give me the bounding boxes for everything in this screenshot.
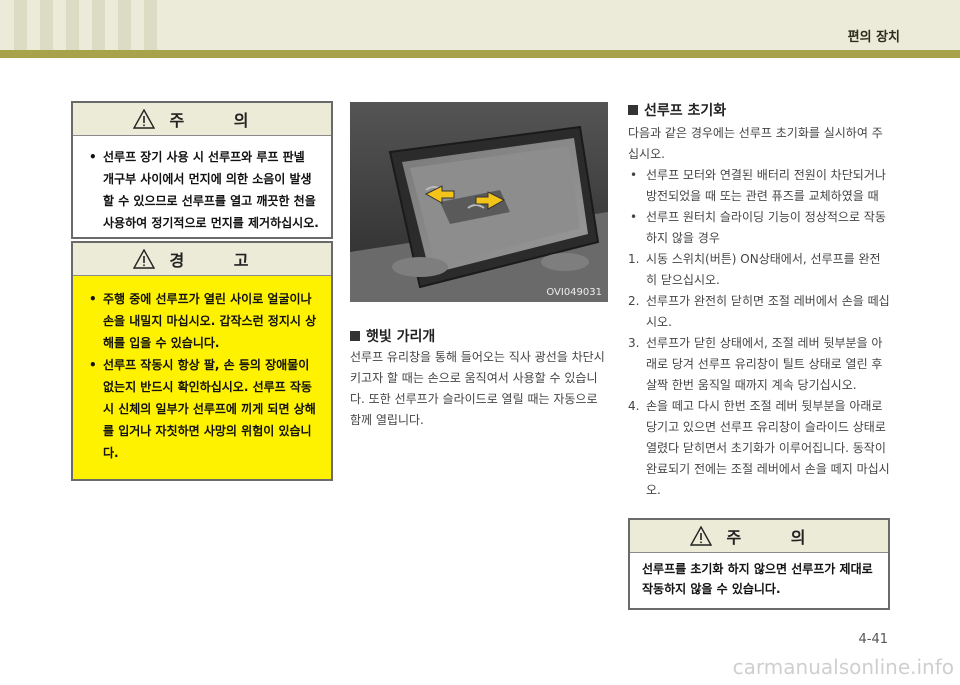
page-number: 4-41 bbox=[858, 632, 888, 647]
sunshade-title: 햇빛 가리개 bbox=[366, 329, 436, 345]
condition-text: 선루프 원터치 슬라이딩 기능이 정상적으로 작동하지 않을 경우 bbox=[646, 210, 886, 245]
reset-intro: 다음과 같은 경우에는 선루프 초기화를 실시하여 주십시오. bbox=[628, 126, 883, 161]
condition-item: • 선루프 모터와 연결된 배터리 전원이 차단되거나 방전되었을 때 또는 관련… bbox=[630, 168, 886, 203]
header-stripe bbox=[40, 0, 53, 50]
caution-box: 주 의 선루프 장기 사용 시 선루프와 루프 판넬 개구부 사이에서 먼지에 … bbox=[71, 101, 333, 239]
warning-header: 경 고 bbox=[73, 243, 331, 276]
watermark: carmanualsonline.info bbox=[732, 655, 954, 679]
caution-title: 주 의 bbox=[169, 111, 271, 130]
header-stripe bbox=[66, 0, 79, 50]
step-text: 시동 스위치(버튼) ON상태에서, 선루프를 완전히 닫으십시오. bbox=[646, 252, 881, 287]
sunroof-illustration bbox=[350, 102, 608, 302]
condition-text: 선루프 모터와 연결된 배터리 전원이 차단되거나 방전되었을 때 또는 관련 … bbox=[646, 168, 886, 203]
warning-item: 선루프 작동시 항상 팔, 손 등의 장애물이 없는지 반드시 확인하십시오. … bbox=[85, 354, 319, 464]
step-item: 1. 시동 스위치(버튼) ON상태에서, 선루프를 완전히 닫으십시오. bbox=[628, 249, 890, 291]
caution-box-reset: 주 의 선루프를 초기화 하지 않으면 선루프가 제대로 작동하지 않을 수 있… bbox=[628, 518, 890, 610]
warning-triangle-icon bbox=[133, 249, 156, 269]
warning-item: 주행 중에 선루프가 열린 사이로 얼굴이나 손을 내밀지 마십시오. 갑작스런… bbox=[85, 288, 319, 354]
step-text: 손을 떼고 다시 한번 조절 레버 뒷부분을 아래로 당기고 있으면 선루프 유… bbox=[646, 399, 890, 497]
photo-code: OVI049031 bbox=[546, 287, 602, 298]
step-number: 3. bbox=[628, 336, 640, 350]
section-title: 편의 장치 bbox=[847, 30, 900, 45]
reset-heading: 선루프 초기화 bbox=[628, 100, 726, 120]
warning-box: 경 고 주행 중에 선루프가 열린 사이로 얼굴이나 손을 내밀지 마십시오. … bbox=[71, 241, 333, 481]
header-bar bbox=[0, 50, 960, 58]
caution-header: 주 의 bbox=[73, 103, 331, 136]
page-header: 편의 장치 bbox=[0, 0, 960, 58]
step-item: 2. 선루프가 완전히 닫히면 조절 레버에서 손을 떼십시오. bbox=[628, 291, 890, 333]
condition-item: • 선루프 원터치 슬라이딩 기능이 정상적으로 작동하지 않을 경우 bbox=[630, 210, 886, 245]
square-bullet-icon bbox=[628, 105, 638, 115]
warning-title: 경 고 bbox=[169, 251, 271, 270]
header-stripe bbox=[92, 0, 105, 50]
warning-triangle-icon bbox=[690, 526, 713, 546]
caution-item: 선루프 장기 사용 시 선루프와 루프 판넬 개구부 사이에서 먼지에 의한 소… bbox=[85, 146, 319, 234]
caution-header: 주 의 bbox=[630, 520, 888, 553]
header-stripe bbox=[14, 0, 27, 50]
reset-body: 다음과 같은 경우에는 선루프 초기화를 실시하여 주십시오. • 선루프 모터와… bbox=[628, 123, 890, 501]
step-item: 3. 선루프가 닫힌 상태에서, 조절 레버 뒷부분을 아래로 당겨 선루프 유리… bbox=[628, 333, 890, 396]
step-number: 4. bbox=[628, 399, 640, 413]
step-item: 4. 손을 떼고 다시 한번 조절 레버 뒷부분을 아래로 당기고 있으면 선루프… bbox=[628, 396, 890, 501]
header-stripe bbox=[144, 0, 157, 50]
caution-text: 선루프를 초기화 하지 않으면 선루프가 제대로 작동하지 않을 수 있습니다. bbox=[642, 562, 873, 596]
step-text: 선루프가 완전히 닫히면 조절 레버에서 손을 떼십시오. bbox=[646, 294, 890, 329]
reset-title: 선루프 초기화 bbox=[644, 103, 727, 119]
sunroof-photo: OVI049031 bbox=[350, 102, 608, 302]
warning-triangle-icon bbox=[133, 109, 156, 129]
step-number: 1. bbox=[628, 252, 640, 266]
sunshade-text: 선루프 유리창을 통해 들어오는 직사 광선을 차단시키고자 할 때는 손으로 … bbox=[350, 350, 605, 427]
caution-title: 주 의 bbox=[726, 528, 828, 547]
step-number: 2. bbox=[628, 294, 640, 308]
sunshade-heading: 햇빛 가리개 bbox=[350, 326, 435, 346]
step-text: 선루프가 닫힌 상태에서, 조절 레버 뒷부분을 아래로 당겨 선루프 유리창이… bbox=[646, 336, 883, 392]
square-bullet-icon bbox=[350, 331, 360, 341]
header-stripe bbox=[118, 0, 131, 50]
